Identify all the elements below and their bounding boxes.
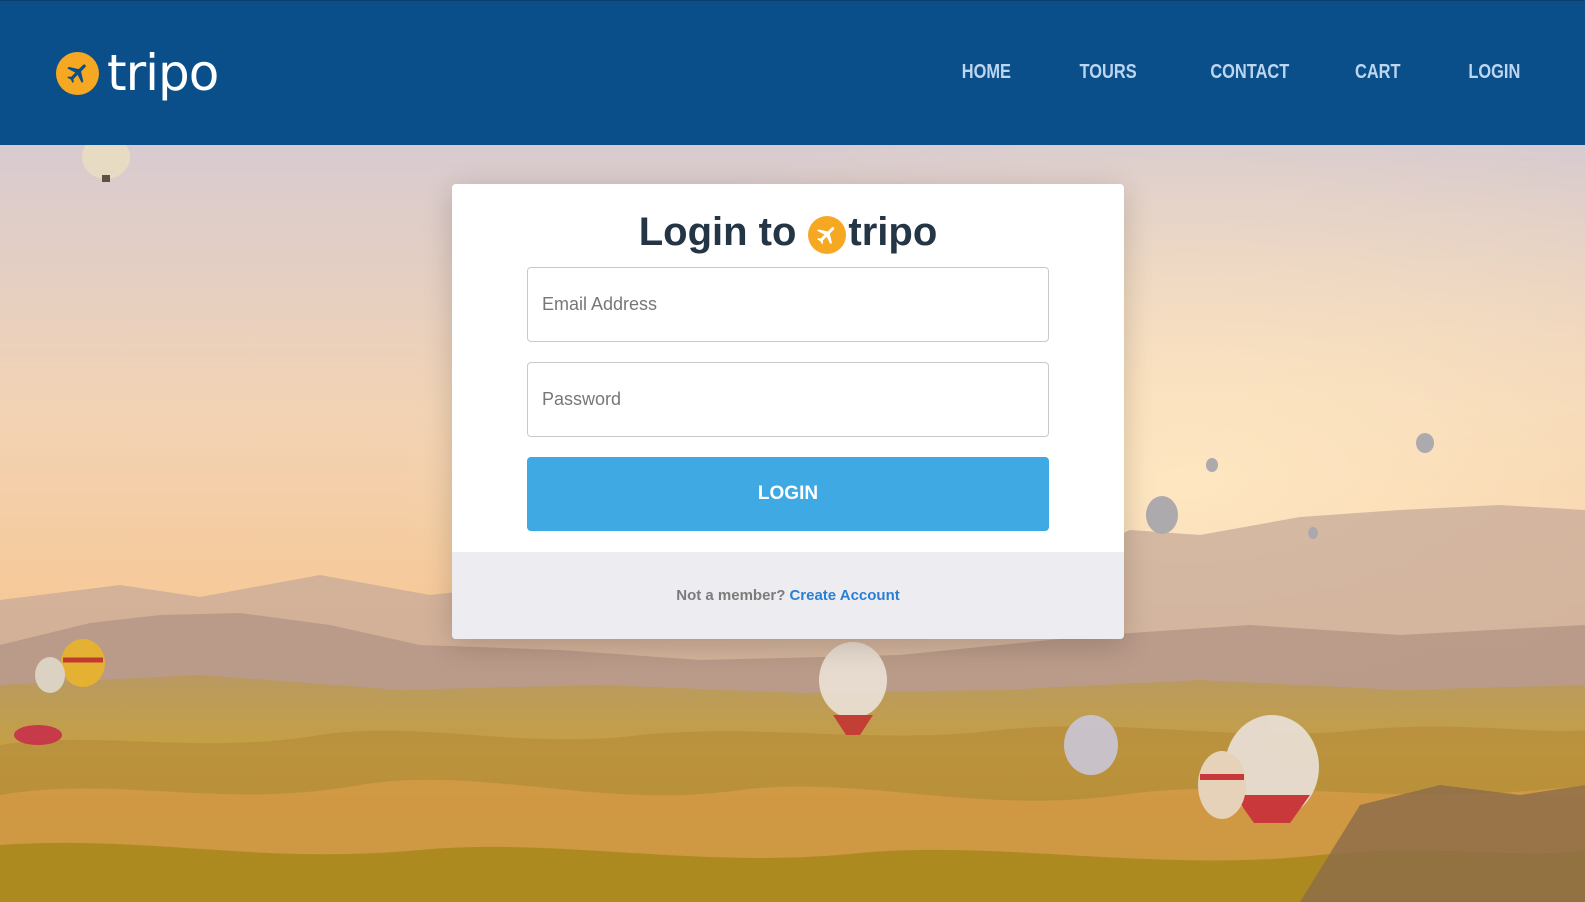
login-title-prefix: Login to [638, 210, 797, 254]
nav-login[interactable]: LOGIN [1468, 61, 1520, 84]
login-title: Login to tripo [452, 210, 1124, 255]
create-account-link[interactable]: Create Account [789, 587, 899, 604]
brand-name: tripo [107, 44, 219, 102]
nav-cart[interactable]: CART [1355, 61, 1401, 84]
login-title-brand: tripo [848, 210, 938, 254]
nav-contact[interactable]: CONTACT [1210, 61, 1289, 84]
card-footer: Not a member? Create Account [452, 552, 1124, 639]
nav-tours[interactable]: TOURS [1080, 61, 1137, 84]
brand-logo[interactable]: tripo [56, 44, 219, 102]
main-nav: HOME TOURS CONTACT CART LOGIN [895, 61, 1520, 84]
airplane-icon [808, 215, 847, 254]
site-header: tripo HOME TOURS CONTACT CART LOGIN [0, 0, 1585, 145]
not-member-text: Not a member? [676, 587, 786, 604]
nav-home[interactable]: HOME [962, 61, 1011, 84]
login-button[interactable]: LOGIN [527, 457, 1049, 531]
login-card: Login to tripo LOGIN Not a member? Creat… [452, 184, 1124, 639]
password-field[interactable] [527, 362, 1049, 437]
email-field[interactable] [527, 267, 1049, 342]
airplane-icon [56, 51, 99, 95]
